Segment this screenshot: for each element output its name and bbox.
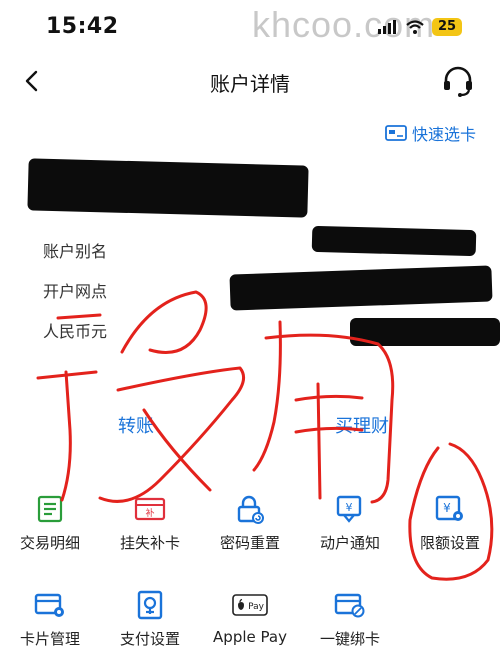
account-branch-label: 开户网点	[43, 282, 108, 301]
signal-icon	[378, 20, 396, 34]
svg-text:补: 补	[145, 507, 154, 519]
wifi-icon	[406, 20, 424, 34]
status-time: 15:42	[46, 14, 119, 39]
svg-text:Pay: Pay	[248, 602, 265, 612]
svg-text:¥: ¥	[346, 501, 353, 514]
service-limit-setting[interactable]: ¥ 限额设置	[400, 492, 500, 562]
redacted-alias-value	[311, 225, 477, 257]
apple-pay-icon: Pay	[232, 594, 268, 616]
redacted-card-number	[27, 158, 309, 218]
service-transaction-details[interactable]: 交易明细	[0, 492, 100, 562]
quick-card-label: 快速选卡	[412, 125, 477, 144]
service-password-reset[interactable]: 密码重置	[200, 492, 300, 562]
battery-indicator: 25	[432, 18, 462, 36]
service-bind-card[interactable]: 一键绑卡	[300, 588, 400, 649]
account-alias-label: 账户别名	[43, 242, 108, 261]
transfer-button[interactable]: 转账	[118, 412, 154, 438]
service-label: 动户通知	[319, 534, 380, 552]
redacted-branch-value	[229, 265, 493, 311]
page-title: 账户详情	[210, 72, 290, 96]
status-bar: 15:42 khcoo.com 25	[0, 0, 500, 56]
redacted-balance-value	[350, 318, 500, 346]
status-icons: 25	[378, 17, 462, 37]
notification-icon: ¥	[336, 495, 362, 523]
currency-label: 人民币元	[43, 322, 108, 341]
service-label: 限额设置	[419, 534, 480, 552]
customer-service-button[interactable]	[440, 64, 476, 100]
list-icon	[37, 495, 63, 523]
svg-text:¥: ¥	[443, 501, 451, 515]
service-label: 交易明细	[19, 534, 80, 552]
service-apple-pay[interactable]: Pay Apple Pay	[200, 588, 300, 649]
lost-card-icon: 补	[134, 497, 166, 521]
headset-icon	[444, 66, 472, 97]
service-label: 一键绑卡	[319, 630, 380, 648]
quick-card-select-button[interactable]: 快速选卡	[385, 121, 476, 145]
card-switch-icon	[385, 125, 407, 141]
buy-wealth-button[interactable]: 买理财	[335, 412, 389, 438]
service-account-notification[interactable]: ¥ 动户通知	[300, 492, 400, 562]
service-payment-setting[interactable]: 支付设置	[100, 588, 200, 649]
bind-card-icon	[334, 593, 365, 618]
service-report-lost[interactable]: 补 挂失补卡	[100, 492, 200, 562]
service-card-management[interactable]: 卡片管理	[0, 588, 100, 649]
service-label: 密码重置	[219, 534, 280, 552]
lock-reset-icon	[237, 495, 264, 524]
service-label: Apple Pay	[213, 628, 287, 646]
limit-setting-icon: ¥	[435, 495, 463, 521]
service-label: 挂失补卡	[119, 534, 180, 552]
nav-bar: 账户详情	[0, 58, 500, 104]
service-label: 支付设置	[119, 630, 180, 648]
payment-setting-icon	[137, 590, 163, 620]
service-label: 卡片管理	[19, 630, 80, 648]
card-manage-icon	[34, 593, 64, 617]
